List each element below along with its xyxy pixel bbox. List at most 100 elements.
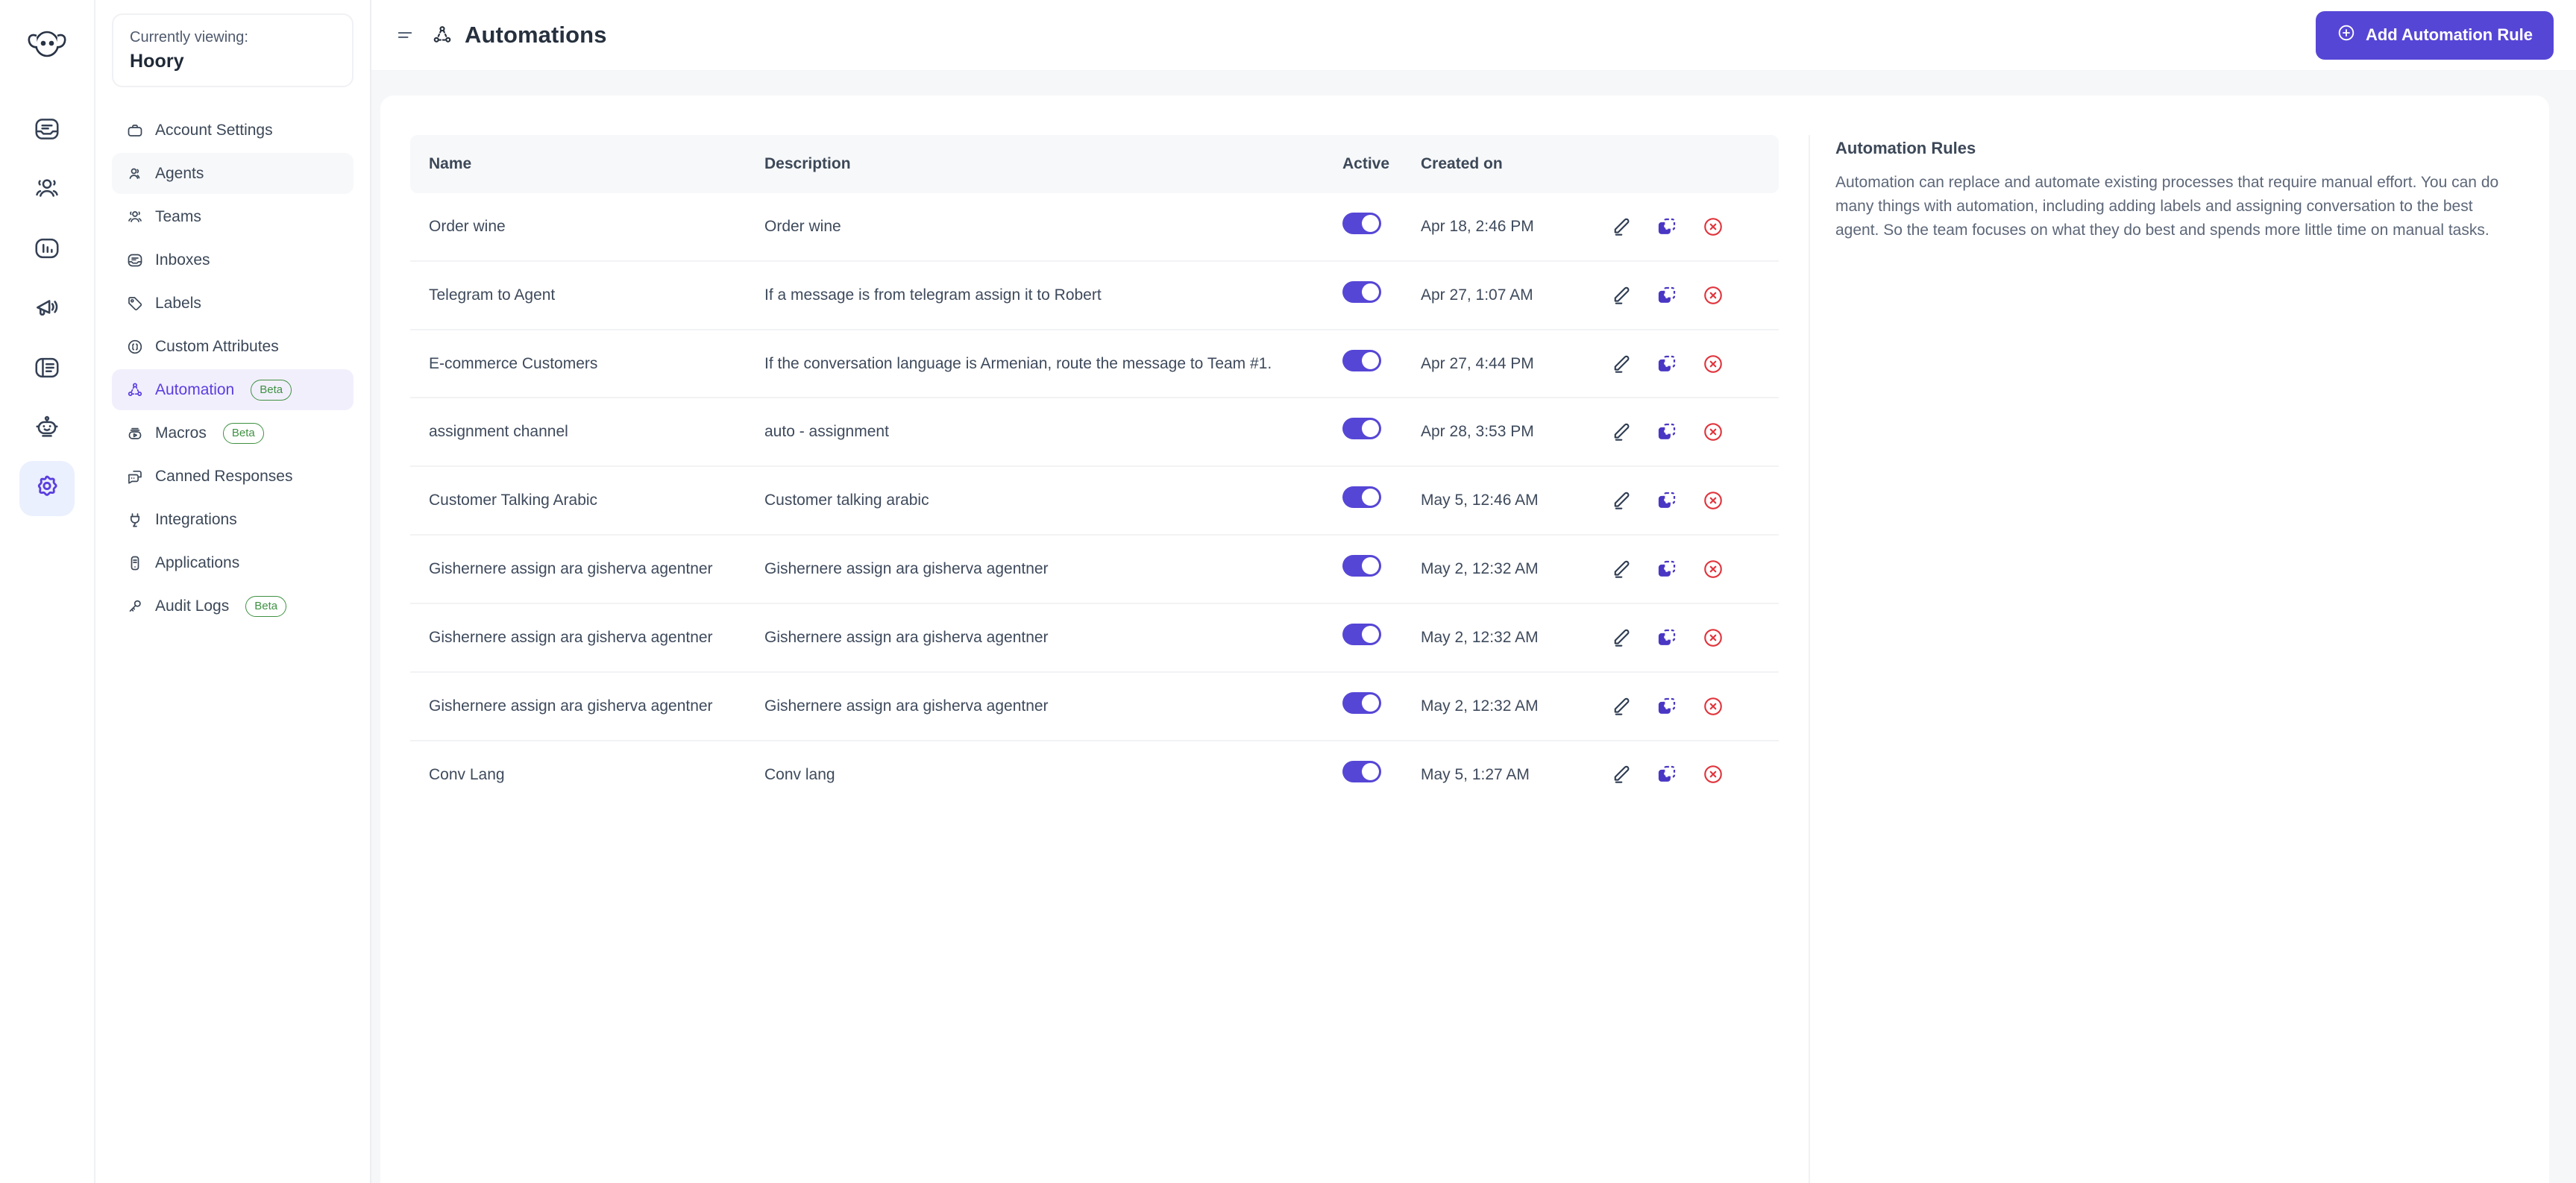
rail-item-campaigns[interactable] — [19, 282, 75, 337]
active-toggle[interactable] — [1342, 349, 1381, 371]
sidebar-item-integrations[interactable]: Integrations — [112, 499, 354, 540]
table-row[interactable]: Customer Talking Arabic Customer talking… — [410, 467, 1779, 536]
cell-description: Gishernere assign ara gisherva agentner — [750, 536, 1328, 604]
cell-active — [1328, 604, 1406, 673]
clone-icon[interactable] — [1653, 282, 1680, 309]
sidebar-item-macros[interactable]: Macros Beta — [112, 412, 354, 454]
cell-active — [1328, 193, 1406, 262]
sidebar-item-label: Teams — [155, 207, 201, 225]
active-toggle[interactable] — [1342, 486, 1381, 509]
table-row[interactable]: Order wine Order wine Apr 18, 2:46 PM — [410, 193, 1779, 262]
clone-icon[interactable] — [1653, 761, 1680, 788]
edit-pencil-icon[interactable] — [1607, 418, 1634, 445]
delete-circle-icon[interactable] — [1700, 556, 1727, 583]
rail-item-settings[interactable] — [19, 461, 75, 516]
edit-pencil-icon[interactable] — [1607, 556, 1634, 583]
sidebar-item-applications[interactable]: Applications — [112, 542, 354, 583]
rail-item-help-center[interactable] — [19, 342, 75, 397]
edit-pencil-icon[interactable] — [1607, 213, 1634, 240]
automation-icon — [125, 380, 145, 400]
delete-circle-icon[interactable] — [1700, 761, 1727, 788]
table-row[interactable]: Gishernere assign ara gisherva agentner … — [410, 536, 1779, 604]
active-toggle[interactable] — [1342, 280, 1381, 303]
clone-icon[interactable] — [1653, 418, 1680, 445]
hamburger-icon[interactable] — [392, 22, 418, 48]
column-header-name[interactable]: Name — [410, 135, 750, 193]
edit-pencil-icon[interactable] — [1607, 693, 1634, 720]
sidebar-item-label: Account Settings — [155, 121, 273, 139]
bot-icon — [33, 413, 61, 445]
cell-description: If a message is from telegram assign it … — [750, 262, 1328, 330]
cell-created-on: Apr 27, 1:07 AM — [1406, 262, 1592, 330]
account-name: Hoory — [130, 51, 184, 72]
settings-sidebar: Currently viewing: Hoory Account Setting… — [95, 0, 371, 1183]
app-root: Currently viewing: Hoory Account Setting… — [0, 0, 2576, 1183]
delete-circle-icon[interactable] — [1700, 693, 1727, 720]
column-header-created-on[interactable]: Created on — [1406, 135, 1592, 193]
cell-created-on: May 2, 12:32 AM — [1406, 673, 1592, 741]
cell-name: Customer Talking Arabic — [410, 467, 750, 536]
column-header-active[interactable]: Active — [1328, 135, 1406, 193]
clone-icon[interactable] — [1653, 213, 1680, 240]
table-row[interactable]: assignment channel auto - assignment Apr… — [410, 398, 1779, 468]
edit-pencil-icon[interactable] — [1607, 624, 1634, 651]
active-toggle[interactable] — [1342, 760, 1381, 782]
active-toggle[interactable] — [1342, 213, 1381, 234]
edit-pencil-icon[interactable] — [1607, 487, 1634, 514]
edit-pencil-icon[interactable] — [1607, 282, 1634, 309]
table-row[interactable]: Conv Lang Conv lang May 5, 1:27 AM — [410, 741, 1779, 809]
gear-icon — [33, 473, 61, 505]
sidebar-item-labels[interactable]: Labels — [112, 283, 354, 324]
sidebar-item-inboxes[interactable]: Inboxes — [112, 239, 354, 280]
clone-icon[interactable] — [1653, 556, 1680, 583]
add-automation-rule-button[interactable]: Add Automation Rule — [2315, 10, 2554, 60]
clone-icon[interactable] — [1653, 487, 1680, 514]
clone-icon[interactable] — [1653, 624, 1680, 651]
column-header-description[interactable]: Description — [750, 135, 1328, 193]
sidebar-item-account-settings[interactable]: Account Settings — [112, 110, 354, 151]
clone-icon[interactable] — [1653, 693, 1680, 720]
column-header-actions — [1592, 135, 1779, 193]
automation-icon — [430, 22, 455, 48]
inbox-icon — [125, 251, 145, 270]
table-row[interactable]: Gishernere assign ara gisherva agentner … — [410, 604, 1779, 673]
table-row[interactable]: E-commerce Customers If the conversation… — [410, 330, 1779, 399]
edit-pencil-icon[interactable] — [1607, 761, 1634, 788]
rail-item-conversations[interactable] — [19, 103, 75, 158]
active-toggle[interactable] — [1342, 555, 1381, 577]
active-toggle[interactable] — [1342, 418, 1381, 440]
cell-name: Telegram to Agent — [410, 262, 750, 330]
cell-name: assignment channel — [410, 398, 750, 468]
hoory-mascot-logo[interactable] — [19, 16, 75, 72]
plug-icon — [125, 510, 145, 530]
delete-circle-icon[interactable] — [1700, 351, 1727, 377]
delete-circle-icon[interactable] — [1700, 487, 1727, 514]
edit-pencil-icon[interactable] — [1607, 351, 1634, 377]
sidebar-item-label: Inboxes — [155, 251, 210, 269]
rail-item-reports[interactable] — [19, 222, 75, 277]
sidebar-item-canned-responses[interactable]: Canned Responses — [112, 456, 354, 497]
sidebar-item-label: Agents — [155, 164, 204, 182]
sidebar-item-custom-attributes[interactable]: Custom Attributes — [112, 326, 354, 367]
cell-actions — [1592, 673, 1779, 741]
sidebar-item-teams[interactable]: Teams — [112, 196, 354, 237]
currently-viewing-label: Currently viewing: — [130, 29, 248, 46]
rail-item-contacts[interactable] — [19, 163, 75, 218]
account-switcher[interactable]: Currently viewing: Hoory — [112, 13, 354, 87]
active-toggle[interactable] — [1342, 623, 1381, 645]
active-toggle[interactable] — [1342, 691, 1381, 714]
cell-created-on: Apr 27, 4:44 PM — [1406, 330, 1592, 399]
rail-item-assistants[interactable] — [19, 401, 75, 456]
delete-circle-icon[interactable] — [1700, 282, 1727, 309]
delete-circle-icon[interactable] — [1700, 213, 1727, 240]
clone-icon[interactable] — [1653, 351, 1680, 377]
table-row[interactable]: Gishernere assign ara gisherva agentner … — [410, 673, 1779, 741]
row-actions — [1607, 624, 1764, 651]
delete-circle-icon[interactable] — [1700, 624, 1727, 651]
sidebar-item-agents[interactable]: Agents — [112, 153, 354, 194]
cell-actions — [1592, 398, 1779, 468]
table-row[interactable]: Telegram to Agent If a message is from t… — [410, 262, 1779, 330]
delete-circle-icon[interactable] — [1700, 418, 1727, 445]
sidebar-item-audit-logs[interactable]: Audit Logs Beta — [112, 586, 354, 627]
sidebar-item-automation[interactable]: Automation Beta — [112, 369, 354, 410]
